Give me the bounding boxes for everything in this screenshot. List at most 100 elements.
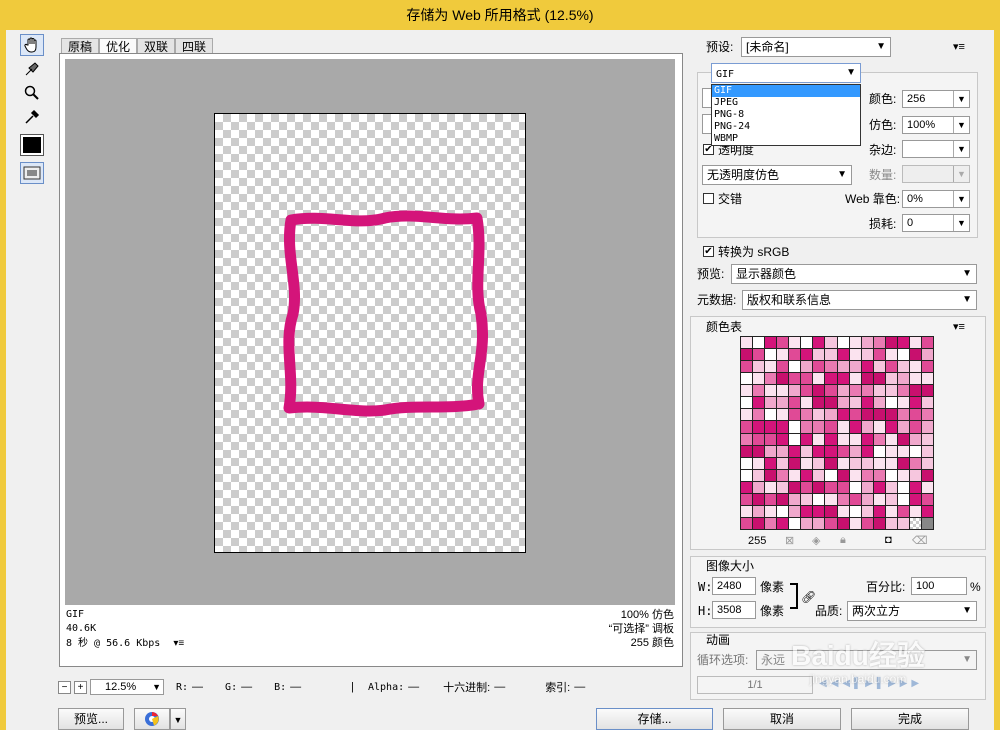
metadata-select[interactable]: 版权和联系信息 ▼ [742, 290, 977, 310]
color-swatch[interactable] [909, 337, 921, 349]
color-swatch[interactable] [801, 457, 813, 469]
color-swatch[interactable] [909, 433, 921, 445]
slice-select-tool-button[interactable] [20, 58, 44, 80]
color-swatch[interactable] [825, 493, 837, 505]
color-swatch[interactable] [777, 457, 789, 469]
color-swatch[interactable] [921, 361, 933, 373]
color-swatch[interactable] [813, 397, 825, 409]
color-swatch[interactable] [825, 517, 837, 529]
color-swatch[interactable] [909, 373, 921, 385]
color-swatch[interactable] [753, 457, 765, 469]
color-swatch[interactable] [789, 421, 801, 433]
color-swatch[interactable] [909, 361, 921, 373]
color-swatch[interactable] [801, 337, 813, 349]
color-swatch[interactable] [741, 469, 753, 481]
matte-select[interactable]: ▼ [902, 140, 970, 158]
color-swatch[interactable] [813, 421, 825, 433]
color-swatch[interactable] [789, 361, 801, 373]
color-swatch[interactable] [873, 409, 885, 421]
color-swatch[interactable] [849, 469, 861, 481]
color-swatch[interactable] [837, 433, 849, 445]
download-speed-menu-icon[interactable]: ▾≡ [173, 638, 184, 649]
color-swatch[interactable] [813, 373, 825, 385]
color-swatch[interactable] [825, 337, 837, 349]
color-swatch[interactable] [825, 481, 837, 493]
color-swatch[interactable] [825, 505, 837, 517]
color-swatch[interactable] [921, 457, 933, 469]
color-swatch[interactable] [897, 433, 909, 445]
color-swatch[interactable] [753, 505, 765, 517]
color-swatch[interactable] [921, 433, 933, 445]
color-swatch[interactable] [861, 373, 873, 385]
color-swatch[interactable] [921, 469, 933, 481]
color-swatch[interactable] [897, 397, 909, 409]
color-swatch[interactable] [777, 337, 789, 349]
color-swatch[interactable] [861, 517, 873, 529]
color-swatch[interactable] [909, 469, 921, 481]
color-swatch[interactable] [837, 337, 849, 349]
color-swatch[interactable] [873, 361, 885, 373]
color-swatch[interactable] [849, 397, 861, 409]
color-swatch[interactable] [825, 361, 837, 373]
color-swatch[interactable] [861, 421, 873, 433]
eyedropper-color-swatch[interactable] [20, 134, 44, 156]
color-swatch[interactable] [921, 409, 933, 421]
color-swatch[interactable] [813, 385, 825, 397]
lossy-input[interactable]: 0 ▼ [902, 214, 970, 232]
color-swatch[interactable] [861, 361, 873, 373]
color-swatch[interactable] [873, 385, 885, 397]
color-swatch[interactable] [741, 433, 753, 445]
format-option-wbmp[interactable]: WBMP [712, 133, 860, 145]
color-swatch[interactable] [777, 517, 789, 529]
color-swatch[interactable] [741, 481, 753, 493]
chain-link-icon[interactable]: 🔗︎ [801, 590, 816, 604]
color-swatch[interactable] [873, 493, 885, 505]
color-swatch[interactable] [801, 409, 813, 421]
color-swatch[interactable] [753, 409, 765, 421]
preset-menu-icon[interactable]: ▾≡ [953, 40, 965, 53]
preset-select[interactable]: [未命名] ▼ [741, 37, 891, 57]
color-swatch[interactable] [741, 397, 753, 409]
color-swatch[interactable] [777, 433, 789, 445]
color-swatch[interactable] [741, 445, 753, 457]
color-swatch[interactable] [789, 505, 801, 517]
color-swatch[interactable] [909, 409, 921, 421]
color-swatch[interactable] [801, 469, 813, 481]
color-swatch[interactable] [921, 373, 933, 385]
color-swatch[interactable] [789, 445, 801, 457]
color-swatch[interactable] [765, 373, 777, 385]
color-swatch[interactable] [741, 409, 753, 421]
preview-select[interactable]: 显示器颜色 ▼ [731, 264, 977, 284]
color-swatch[interactable] [897, 409, 909, 421]
color-swatch[interactable] [885, 469, 897, 481]
color-swatch[interactable] [777, 421, 789, 433]
color-swatch[interactable] [909, 493, 921, 505]
color-swatch[interactable] [861, 469, 873, 481]
color-swatch[interactable] [741, 361, 753, 373]
color-swatch[interactable] [921, 505, 933, 517]
web-snap-input[interactable]: 0% ▼ [902, 190, 970, 208]
color-swatch[interactable] [849, 421, 861, 433]
color-swatch[interactable] [861, 385, 873, 397]
color-swatch[interactable] [873, 349, 885, 361]
percent-input[interactable]: 100 [911, 577, 967, 595]
color-swatch[interactable] [849, 373, 861, 385]
format-option-jpeg[interactable]: JPEG [712, 97, 860, 109]
color-swatch[interactable] [777, 397, 789, 409]
color-swatch[interactable] [765, 457, 777, 469]
color-swatch[interactable] [885, 445, 897, 457]
zoom-in-button[interactable]: + [74, 680, 87, 694]
color-swatch[interactable] [861, 457, 873, 469]
color-swatch[interactable] [813, 409, 825, 421]
color-swatch[interactable] [921, 337, 933, 349]
color-swatch[interactable] [777, 445, 789, 457]
color-swatch[interactable] [861, 493, 873, 505]
color-swatch[interactable] [789, 385, 801, 397]
color-swatch[interactable] [837, 505, 849, 517]
lock-icon[interactable]: 🔒︎ [840, 534, 846, 547]
zoom-out-button[interactable]: − [58, 680, 71, 694]
color-swatch[interactable] [777, 481, 789, 493]
color-swatch[interactable] [885, 493, 897, 505]
color-swatch[interactable] [897, 421, 909, 433]
toggle-slices-button[interactable] [20, 162, 44, 184]
